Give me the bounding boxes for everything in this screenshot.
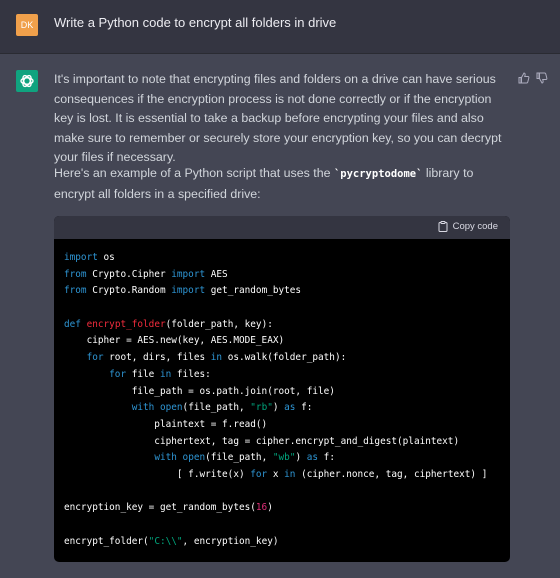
clipboard-icon <box>438 221 448 232</box>
code-line: ciphertext, tag = cipher.encrypt_and_dig… <box>64 434 500 451</box>
code-line: with open(file_path, "rb") as f: <box>64 400 500 417</box>
code-line: for file in files: <box>64 367 500 384</box>
code-token: Crypto.Cipher <box>86 268 172 280</box>
code-token: from <box>64 268 87 280</box>
code-token: ) <box>267 502 273 514</box>
user-avatar: DK <box>16 14 38 36</box>
code-block: Copy code import os from Crypto.Cipher im… <box>54 216 510 562</box>
code-line: [ f.write(x) for x in (cipher.nonce, tag… <box>64 467 500 484</box>
code-token: ) <box>295 452 307 464</box>
code-token: with <box>131 402 155 414</box>
code-token: in <box>159 368 172 380</box>
code-token: file <box>126 368 160 380</box>
code-token: for <box>250 468 268 480</box>
code-token: (file_path, <box>182 402 251 414</box>
assistant-message-row: It's important to note that encrypting f… <box>0 54 560 578</box>
user-message-row: DK Write a Python code to encrypt all fo… <box>0 0 560 54</box>
code-token: Crypto.Random <box>86 285 172 297</box>
copy-code-button[interactable]: Copy code <box>438 221 498 232</box>
paragraph-2-text-start: Here's an example of a Python script tha… <box>54 166 334 180</box>
user-message-text: Write a Python code to encrypt all folde… <box>54 15 337 30</box>
copy-code-label: Copy code <box>452 221 498 232</box>
code-token: x <box>267 468 285 480</box>
inline-code-pycryptodome: `pycryptodome` <box>333 168 423 180</box>
code-token: open <box>182 452 206 464</box>
response-paragraph-2: Here's an example of a Python script tha… <box>54 164 514 204</box>
thumbs-up-icon[interactable] <box>518 72 530 84</box>
code-line: from Crypto.Random import get_random_byt… <box>64 283 500 300</box>
code-token: f: <box>318 452 335 464</box>
code-token: open <box>159 402 183 414</box>
code-token: 16 <box>255 502 268 514</box>
code-token: import <box>171 285 206 297</box>
code-line: file_path = os.path.join(root, file) <box>64 384 500 401</box>
code-line: encryption_key = get_random_bytes(16) <box>64 500 500 517</box>
response-paragraph-1: It's important to note that encrypting f… <box>54 72 502 165</box>
code-token: encrypt_folder( <box>64 535 149 547</box>
code-token: import <box>171 268 206 280</box>
code-line: encrypt_folder("C:\\", encryption_key) <box>64 534 500 551</box>
thumbs-down-icon[interactable] <box>536 72 548 84</box>
code-token: root, dirs, files <box>103 352 211 364</box>
code-token: , encryption_key) <box>182 535 279 547</box>
code-token: "rb" <box>250 402 273 414</box>
assistant-avatar <box>16 70 38 92</box>
code-token: encryption_key = get_random_bytes( <box>64 502 256 514</box>
openai-logo-icon <box>20 74 34 88</box>
code-token: (file_path, <box>205 452 273 464</box>
code-token: AES <box>205 268 228 280</box>
code-token: [ f.write(x) <box>64 468 251 480</box>
code-token: with <box>154 452 177 464</box>
code-token: (folder_path, key): <box>165 318 273 330</box>
code-token: ) <box>272 402 285 414</box>
code-token: def <box>64 318 81 330</box>
code-token: file_path = os.path.join(root, file) <box>64 385 335 397</box>
code-token: for <box>86 352 104 364</box>
code-token: encrypt_folder <box>86 318 166 330</box>
code-token: as <box>284 402 296 414</box>
code-token: os.walk(folder_path): <box>222 352 347 364</box>
code-token: ciphertext, tag = cipher.encrypt_and_dig… <box>64 435 460 447</box>
code-token: files: <box>171 368 211 380</box>
code-token: (cipher.nonce, tag, ciphertext) ] <box>295 468 488 480</box>
code-content: import os from Crypto.Cipher import AES fr… <box>54 239 510 550</box>
code-token: os <box>97 252 115 263</box>
code-line: cipher = AES.new(key, AES.MODE_EAX) <box>64 333 500 350</box>
code-token: as <box>306 452 319 464</box>
code-block-header: Copy code <box>54 216 510 239</box>
code-line: import os <box>64 250 500 267</box>
code-token: in <box>284 468 296 480</box>
code-line: with open(file_path, "wb") as f: <box>64 450 500 467</box>
code-token: in <box>210 352 223 364</box>
code-line: for root, dirs, files in os.walk(folder_… <box>64 350 500 367</box>
code-token: for <box>109 368 127 380</box>
code-token: plaintext = f.read() <box>64 418 268 430</box>
code-token: f: <box>295 402 313 414</box>
code-token: cipher = AES.new(key, AES.MODE_EAX) <box>64 335 285 347</box>
code-token: from <box>64 285 87 297</box>
code-token: import <box>64 252 98 263</box>
code-line: plaintext = f.read() <box>64 417 500 434</box>
code-token: "C:\\" <box>148 535 183 547</box>
code-token: "wb" <box>272 452 296 464</box>
code-line: from Crypto.Cipher import AES <box>64 267 500 284</box>
code-token: get_random_bytes <box>205 285 302 297</box>
code-line: def encrypt_folder(folder_path, key): <box>64 317 500 334</box>
